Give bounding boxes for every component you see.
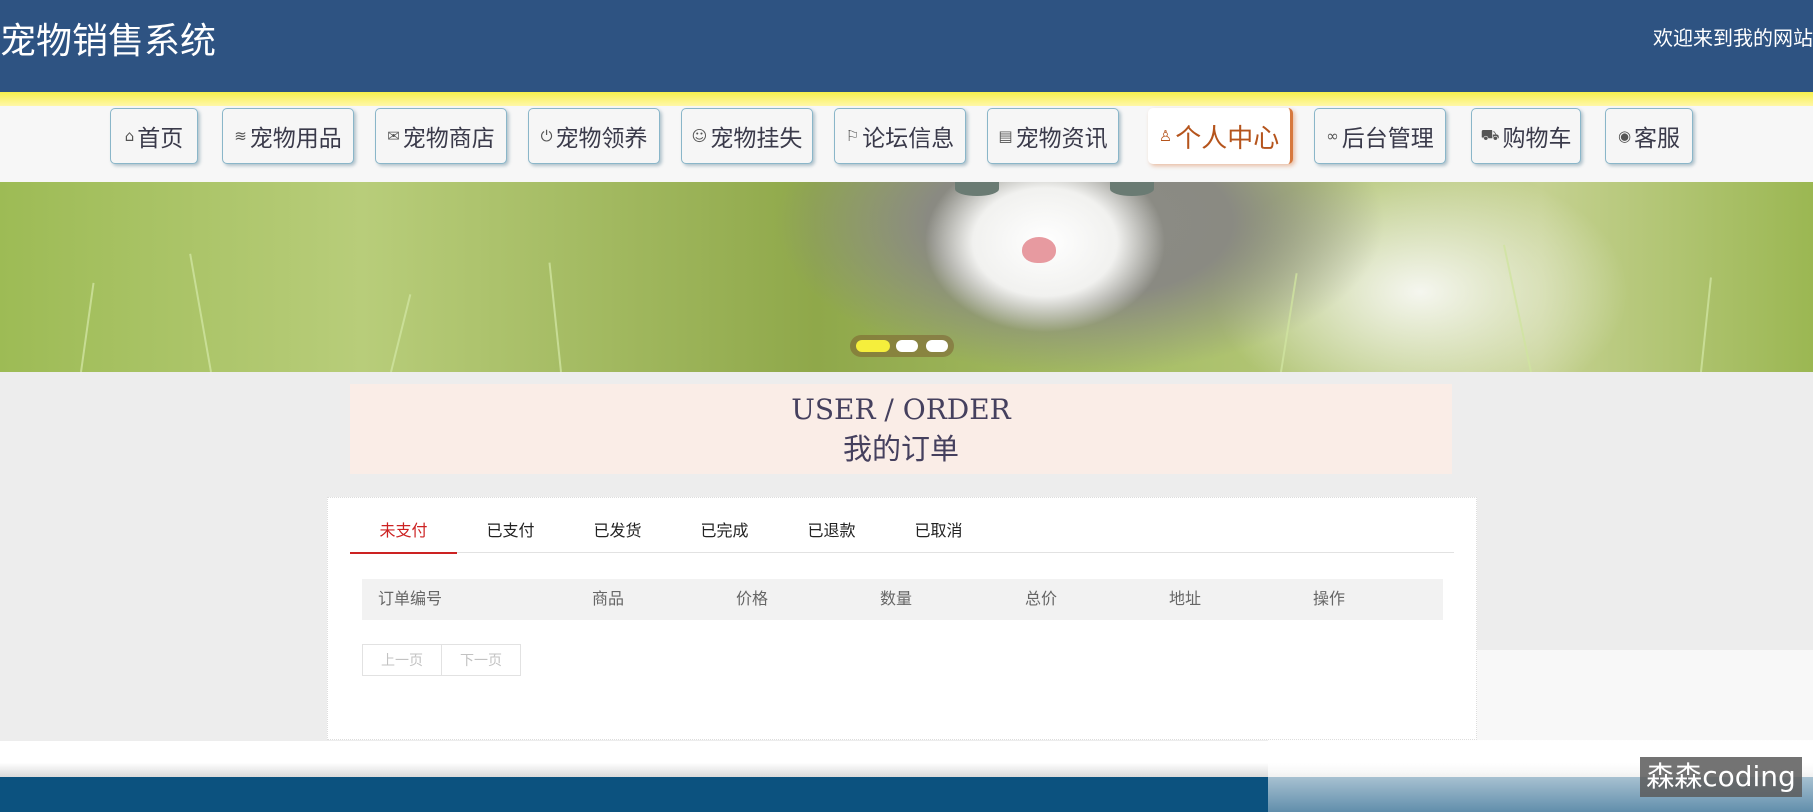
main-nav: ⌂ 首页 ≋ 宠物用品 ✉ 宠物商店 ⏻ 宠物领养 ☺ 宠物挂失 ⚐ 论坛信息 ▤ 宠物资讯 … xyxy=(0,106,1813,182)
banner-cat-eye-left xyxy=(955,182,999,196)
tab-refunded[interactable]: 已退款 xyxy=(778,516,885,552)
nav-item-pet-lost[interactable]: ☺ 宠物挂失 xyxy=(681,108,813,164)
banner-cat-eye-right xyxy=(1110,182,1154,196)
nav-item-label: 购物车 xyxy=(1502,126,1572,152)
page-title-card: USER / ORDER 我的订单 xyxy=(350,384,1452,474)
palette-icon: ☺ xyxy=(691,127,708,145)
carousel-dot-1[interactable] xyxy=(856,340,890,352)
column-header-quantity: 数量 xyxy=(880,591,913,608)
banner-grass xyxy=(189,253,212,372)
column-header-product: 商品 xyxy=(592,591,625,608)
clipboard-icon: ▤ xyxy=(998,127,1013,145)
pagination: 上一页 下一页 xyxy=(362,644,521,676)
carousel-indicators xyxy=(850,335,954,357)
user-icon: ♙ xyxy=(1158,127,1173,145)
column-header-actions: 操作 xyxy=(1313,591,1346,608)
banner-grass xyxy=(80,282,95,372)
banner-grass xyxy=(1700,277,1712,372)
orders-panel: 未支付 已支付 已发货 已完成 已退款 已取消 订单编号 商品 价格 数量 总价… xyxy=(327,497,1477,740)
cart-icon: ⛟ xyxy=(1480,126,1500,144)
tab-cancelled[interactable]: 已取消 xyxy=(885,516,992,552)
home-icon: ⌂ xyxy=(124,127,135,145)
orders-table-header: 订单编号 商品 价格 数量 总价 地址 操作 xyxy=(362,579,1443,620)
column-header-total: 总价 xyxy=(1025,591,1058,608)
carousel-dot-2[interactable] xyxy=(896,340,918,352)
nav-item-label: 后台管理 xyxy=(1341,126,1434,152)
nav-item-pet-news[interactable]: ▤ 宠物资讯 xyxy=(987,108,1119,164)
banner-grass xyxy=(548,262,562,372)
banner-grass xyxy=(1280,273,1298,372)
column-header-price: 价格 xyxy=(736,591,769,608)
power-icon: ⏻ xyxy=(540,127,553,145)
nav-item-label: 个人中心 xyxy=(1175,123,1280,154)
nav-item-label: 宠物资讯 xyxy=(1015,126,1108,152)
nav-item-cart[interactable]: ⛟ 购物车 xyxy=(1471,108,1581,164)
nav-item-label: 宠物商店 xyxy=(402,126,495,152)
tab-unpaid[interactable]: 未支付 xyxy=(350,516,457,554)
page-title-en: USER / ORDER xyxy=(791,393,1011,426)
nav-item-label: 首页 xyxy=(137,126,184,152)
welcome-text: 欢迎来到我的网站 xyxy=(1653,26,1813,50)
nav-item-pet-supplies[interactable]: ≋ 宠物用品 xyxy=(222,108,354,164)
tab-paid[interactable]: 已支付 xyxy=(457,516,564,552)
top-header: 宠物销售系统 欢迎来到我的网站 xyxy=(0,0,1813,92)
page-title-zh: 我的订单 xyxy=(842,432,959,466)
nav-item-forum[interactable]: ⚐ 论坛信息 xyxy=(834,108,966,164)
prev-page-button[interactable]: 上一页 xyxy=(362,644,442,676)
banner-carousel xyxy=(0,182,1813,372)
banner-grass xyxy=(390,294,412,372)
nav-item-customer-service[interactable]: ◉ 客服 xyxy=(1605,108,1693,164)
nav-item-label: 论坛信息 xyxy=(862,126,955,152)
nav-item-pet-shop[interactable]: ✉ 宠物商店 xyxy=(375,108,507,164)
nav-item-label: 宠物挂失 xyxy=(710,126,803,152)
column-header-order-id: 订单编号 xyxy=(378,591,443,608)
next-page-button[interactable]: 下一页 xyxy=(442,644,521,676)
chat-icon: ◉ xyxy=(1617,127,1632,145)
mail-icon: ✉ xyxy=(387,127,400,145)
link-icon: ∞ xyxy=(1326,127,1339,145)
layers-icon: ≋ xyxy=(234,127,247,145)
banner-cat-nose xyxy=(1022,237,1056,263)
nav-item-admin[interactable]: ∞ 后台管理 xyxy=(1314,108,1446,164)
watermark: 森森coding xyxy=(1640,757,1802,797)
header-divider xyxy=(0,92,1813,106)
banner-grass xyxy=(1502,244,1532,372)
tab-shipped[interactable]: 已发货 xyxy=(564,516,671,552)
nav-item-user-center[interactable]: ♙ 个人中心 xyxy=(1148,108,1293,164)
tab-completed[interactable]: 已完成 xyxy=(671,516,778,552)
nav-item-label: 宠物领养 xyxy=(555,126,648,152)
nav-item-home[interactable]: ⌂ 首页 xyxy=(110,108,198,164)
right-overlay xyxy=(1477,650,1813,745)
carousel-dot-3[interactable] xyxy=(926,340,948,352)
nav-item-label: 客服 xyxy=(1634,126,1681,152)
nav-item-label: 宠物用品 xyxy=(249,126,342,152)
column-header-address: 地址 xyxy=(1169,591,1202,608)
site-title: 宠物销售系统 xyxy=(0,21,217,62)
flag-icon: ⚐ xyxy=(845,127,860,145)
order-status-tabs: 未支付 已支付 已发货 已完成 已退款 已取消 xyxy=(350,516,1454,554)
nav-item-pet-adoption[interactable]: ⏻ 宠物领养 xyxy=(528,108,660,164)
